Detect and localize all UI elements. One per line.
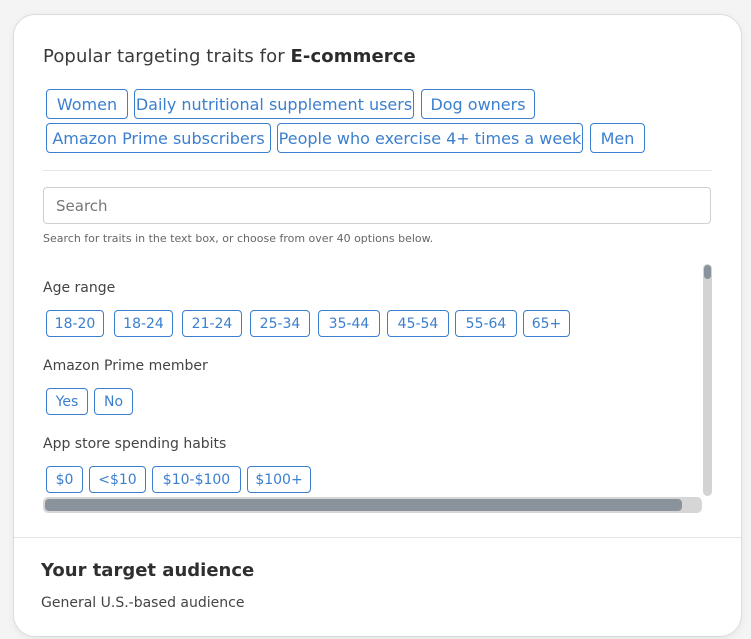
age-option[interactable]: 18-20 <box>46 310 104 337</box>
horizontal-scrollbar-thumb[interactable] <box>45 499 682 511</box>
audience-divider <box>14 537 741 538</box>
targeting-card: Popular targeting traits for E-commerce … <box>13 14 742 637</box>
age-option[interactable]: 21-24 <box>182 310 242 337</box>
age-option[interactable]: 55-64 <box>455 310 517 337</box>
prime-option-no[interactable]: No <box>94 388 133 415</box>
category-label-prime-member: Amazon Prime member <box>43 358 208 374</box>
section-divider <box>43 170 712 171</box>
title-prefix: Popular targeting traits for <box>43 46 285 67</box>
vertical-scrollbar-thumb[interactable] <box>704 265 711 279</box>
prime-option-yes[interactable]: Yes <box>46 388 88 415</box>
popular-trait-supplement-users[interactable]: Daily nutritional supplement users <box>134 89 414 119</box>
age-option[interactable]: 35-44 <box>318 310 380 337</box>
audience-title: Your target audience <box>41 560 255 581</box>
spending-option[interactable]: $0 <box>46 466 83 493</box>
spending-option[interactable]: $100+ <box>247 466 311 493</box>
age-option[interactable]: 18-24 <box>114 310 173 337</box>
audience-value: General U.S.-based audience <box>41 595 245 611</box>
title-category: E-commerce <box>290 46 416 67</box>
search-hint: Search for traits in the text box, or ch… <box>43 232 434 245</box>
vertical-scrollbar[interactable] <box>703 264 712 496</box>
popular-trait-exercise[interactable]: People who exercise 4+ times a week <box>277 123 583 153</box>
age-option[interactable]: 45-54 <box>387 310 449 337</box>
popular-trait-men[interactable]: Men <box>590 123 645 153</box>
search-input[interactable] <box>43 187 711 224</box>
age-option[interactable]: 65+ <box>523 310 570 337</box>
spending-option[interactable]: $10-$100 <box>152 466 241 493</box>
spending-option[interactable]: <$10 <box>89 466 146 493</box>
popular-trait-dog-owners[interactable]: Dog owners <box>421 89 535 119</box>
category-label-age-range: Age range <box>43 280 116 296</box>
page-title: Popular targeting traits for E-commerce <box>43 46 416 67</box>
popular-trait-prime-subscribers[interactable]: Amazon Prime subscribers <box>46 123 271 153</box>
category-label-app-store-spending: App store spending habits <box>43 436 227 452</box>
age-option[interactable]: 25-34 <box>250 310 310 337</box>
popular-trait-women[interactable]: Women <box>46 89 128 119</box>
